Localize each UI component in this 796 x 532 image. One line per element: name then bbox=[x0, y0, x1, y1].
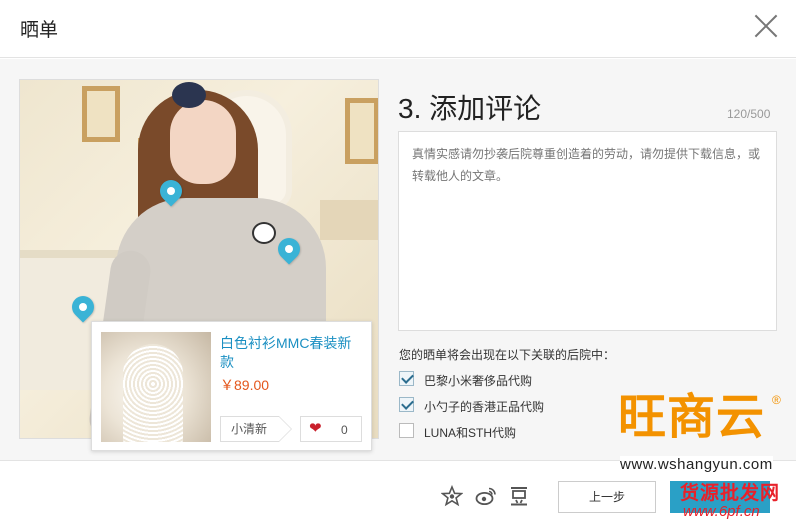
panda-print bbox=[252, 222, 276, 244]
checkbox[interactable] bbox=[399, 423, 414, 438]
section-title: 3. 添加评论 bbox=[398, 93, 542, 124]
close-icon[interactable] bbox=[752, 12, 780, 40]
product-card[interactable]: 白色衬衫MMC春装新款 ￥89.00 小清新 ❤ 0 bbox=[91, 321, 372, 451]
registered-mark: ® bbox=[772, 393, 781, 407]
backyard-option-label: LUNA和STH代购 bbox=[424, 426, 517, 440]
product-name[interactable]: 白色衬衫MMC春装新款 bbox=[220, 334, 365, 372]
watermark-red-url: www.6pf.cn bbox=[683, 503, 760, 520]
checkbox[interactable] bbox=[399, 397, 414, 412]
like-count: 0 bbox=[341, 423, 348, 437]
wall-frame bbox=[82, 86, 120, 142]
heart-icon: ❤ bbox=[309, 420, 322, 437]
backyard-option-label: 小勺子的香港正品代购 bbox=[424, 400, 545, 414]
douban-icon[interactable] bbox=[508, 485, 530, 507]
hair-bow bbox=[172, 82, 206, 108]
product-price: ￥89.00 bbox=[220, 377, 270, 393]
char-counter: 120/500 bbox=[727, 107, 771, 121]
prev-step-button[interactable]: 上一步 bbox=[558, 481, 656, 513]
shelf bbox=[320, 200, 378, 240]
product-thumbnail[interactable] bbox=[101, 332, 211, 442]
product-tag[interactable]: 小清新 bbox=[220, 416, 293, 442]
wall-frame bbox=[345, 98, 378, 164]
dialog-title: 晒单 bbox=[20, 20, 59, 41]
watermark-red-text: 货源批发网 bbox=[680, 483, 781, 504]
backyards-label: 您的晒单将会出现在以下关联的后院中： bbox=[399, 348, 616, 362]
comment-textarea[interactable] bbox=[398, 131, 777, 331]
dialog-header: 晒单 bbox=[0, 0, 796, 58]
backyard-option-label: 巴黎小米奢侈品代购 bbox=[424, 374, 533, 388]
weibo-icon[interactable] bbox=[475, 485, 497, 507]
watermark-url: www.wshangyun.com bbox=[620, 456, 773, 473]
star-icon[interactable] bbox=[441, 485, 463, 507]
watermark-logo: 旺商云 bbox=[618, 389, 766, 445]
model-face bbox=[170, 100, 236, 184]
like-button[interactable]: ❤ 0 bbox=[300, 416, 362, 442]
checkbox[interactable] bbox=[399, 371, 414, 386]
